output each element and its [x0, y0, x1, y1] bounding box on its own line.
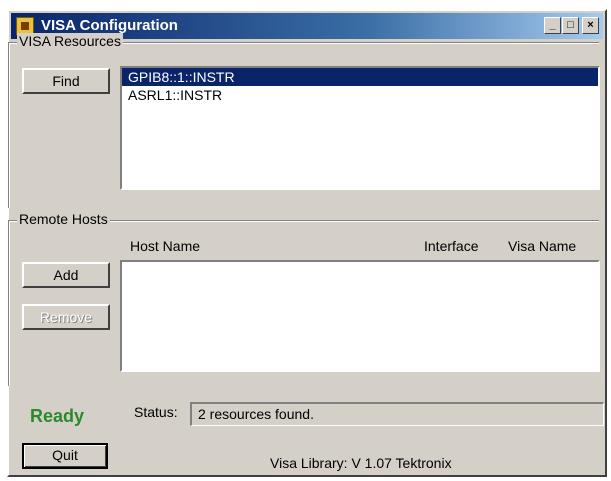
- find-button[interactable]: Find: [22, 68, 110, 94]
- close-button[interactable]: ×: [582, 17, 599, 34]
- minimize-button[interactable]: _: [544, 17, 561, 34]
- remote-hosts-listbox[interactable]: [120, 260, 600, 372]
- resource-item-asrl[interactable]: ASRL1::INSTR: [122, 86, 598, 104]
- remote-hosts-label: Remote Hosts: [17, 211, 110, 227]
- add-button[interactable]: Add: [22, 262, 110, 288]
- status-field: 2 resources found.: [190, 402, 604, 426]
- quit-button[interactable]: Quit: [22, 443, 108, 469]
- status-label: Status:: [134, 404, 178, 420]
- visa-resources-label: VISA Resources: [17, 33, 123, 49]
- column-interface[interactable]: Interface: [424, 238, 478, 254]
- maximize-button[interactable]: □: [562, 17, 579, 34]
- resource-item-gpib[interactable]: GPIB8::1::INSTR: [122, 68, 598, 86]
- visa-library-version: Visa Library: V 1.07 Tektronix: [270, 455, 452, 471]
- column-visa-name[interactable]: Visa Name: [508, 238, 576, 254]
- resources-listbox[interactable]: GPIB8::1::INSTR ASRL1::INSTR: [120, 66, 600, 190]
- column-host-name[interactable]: Host Name: [130, 238, 200, 254]
- remove-button: Remove: [22, 304, 110, 330]
- ready-indicator: Ready: [30, 406, 85, 426]
